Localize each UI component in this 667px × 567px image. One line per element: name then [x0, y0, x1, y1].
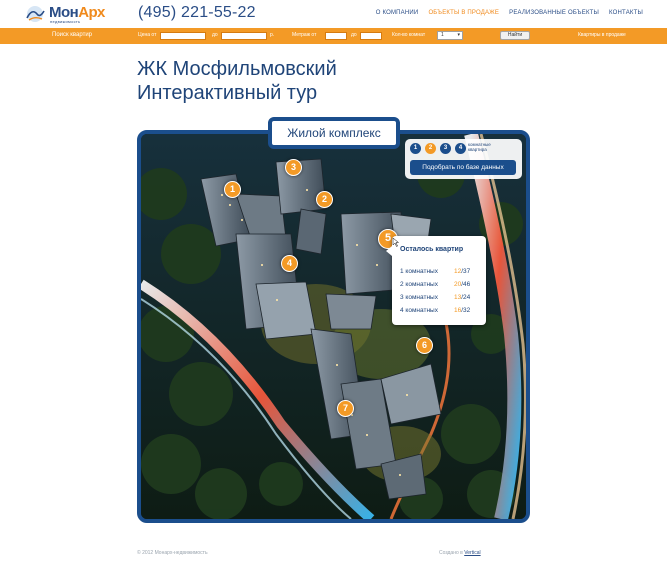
price-from-input[interactable]	[160, 32, 206, 40]
residential-complex-aerial-image	[141, 134, 526, 519]
logo-subtitle: недвижимость	[50, 19, 81, 24]
room-filter-panel: 1 2 3 4 комнатные квартира Подобрать по б…	[405, 139, 522, 179]
logo-icon	[26, 6, 45, 22]
page-title-line-2: Интерактивный тур	[137, 82, 318, 104]
area-from-input[interactable]	[325, 32, 347, 40]
popup-row: 4 комнатных 16/32	[400, 307, 471, 314]
page-title: ЖК Мосфильмовский Интерактивный тур	[137, 57, 337, 105]
rooms-2-button[interactable]: 2	[425, 143, 436, 154]
made-by: Создано в Vertical	[439, 550, 481, 556]
price-to-input[interactable]	[221, 32, 267, 40]
price-from-label: Цена от	[138, 32, 157, 38]
phone-number: (495) 221-55-22	[138, 4, 256, 21]
rooms-3-button[interactable]: 3	[440, 143, 451, 154]
page-title-line-1: ЖК Мосфильмовский	[137, 58, 337, 80]
nav-item-completed-objects[interactable]: Реализованные объекты	[509, 10, 599, 16]
find-button[interactable]: Найти	[500, 31, 530, 40]
apartments-for-sale-link[interactable]: Квартиры в продаже	[578, 32, 626, 38]
nav-item-objects-for-sale[interactable]: Объекты в продаже	[428, 10, 499, 16]
top-nav: О компании Объекты в продаже Реализованн…	[376, 10, 643, 16]
area-to-label: до	[351, 32, 357, 38]
hand-cursor-icon	[392, 238, 399, 247]
house-marker-2[interactable]: 2	[316, 191, 333, 208]
apartment-search-bar: Поиск квартир Цена от до р. Метраж от до…	[0, 28, 667, 44]
copyright: © 2012 Монарх-недвижимость	[137, 550, 208, 556]
logo[interactable]: МонАрх недвижимость	[24, 3, 114, 25]
rooms-1-button[interactable]: 1	[410, 143, 421, 154]
tab-residential-complex[interactable]: Жилой комплекс	[268, 117, 400, 149]
rooms-caption: комнатные квартира	[468, 142, 491, 152]
nav-item-contacts[interactable]: Контакты	[609, 10, 643, 16]
site-header: МонАрх недвижимость (495) 221-55-22 О ко…	[0, 0, 667, 28]
remaining-apartments-popup: Осталось квартир 1 комнатных 12/37 2 ком…	[386, 236, 486, 325]
rooms-label: Кол-во комнат	[392, 32, 426, 38]
interactive-tour-view[interactable]: 1 2 3 4 5 6 7	[137, 130, 530, 523]
price-unit-label: р.	[270, 32, 275, 38]
price-to-label: до	[212, 32, 218, 38]
house-marker-3[interactable]: 3	[285, 159, 302, 176]
house-marker-7[interactable]: 7	[337, 400, 354, 417]
developer-link[interactable]: Vertical	[464, 550, 480, 556]
popup-row: 3 комнатных 13/24	[400, 294, 471, 301]
search-title: Поиск квартир	[52, 32, 93, 38]
popup-row: 2 комнатных 20/46	[400, 281, 471, 288]
rooms-select[interactable]: 1	[437, 31, 463, 40]
popup-row: 1 комнатных 12/37	[400, 268, 471, 275]
rooms-4-button[interactable]: 4	[455, 143, 466, 154]
house-marker-6[interactable]: 6	[416, 337, 433, 354]
area-from-label: Метраж от	[292, 32, 317, 38]
nav-item-about[interactable]: О компании	[376, 10, 419, 16]
area-to-input[interactable]	[360, 32, 382, 40]
popup-title: Осталось квартир	[400, 246, 464, 253]
house-marker-4[interactable]: 4	[281, 255, 298, 272]
house-marker-1[interactable]: 1	[224, 181, 241, 198]
select-from-database-button[interactable]: Подобрать по базе данных	[410, 160, 516, 175]
